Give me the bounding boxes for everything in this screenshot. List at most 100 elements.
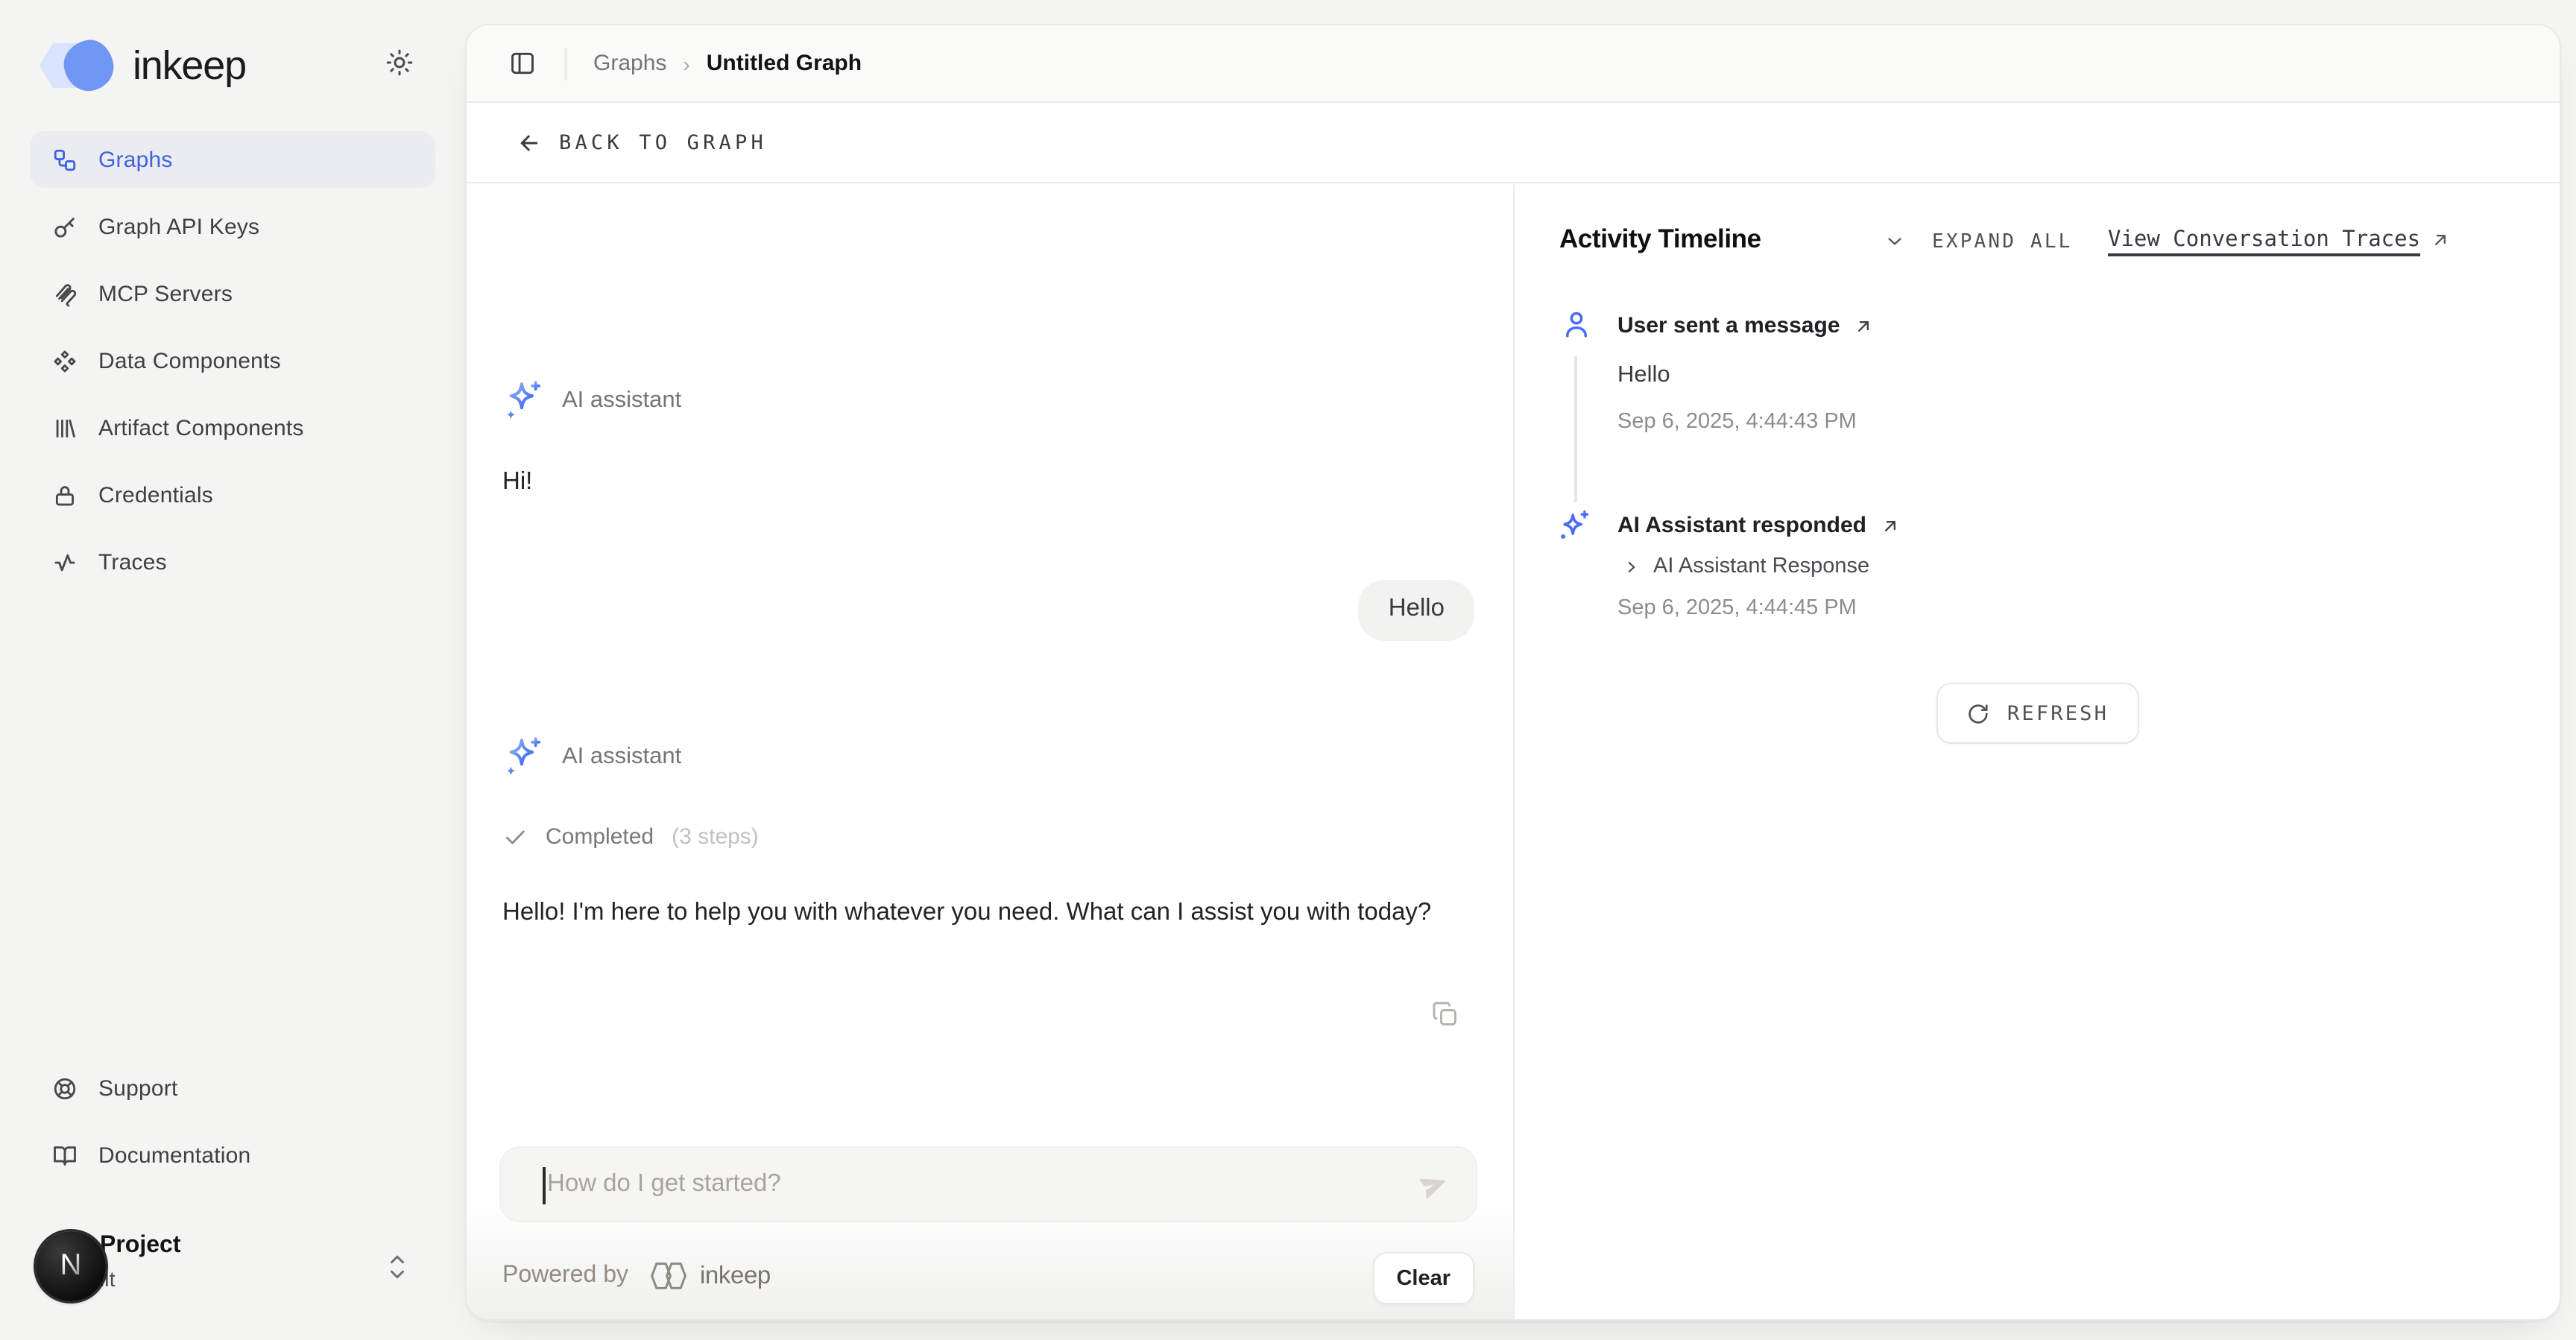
chevron-down-icon[interactable] bbox=[1883, 230, 1907, 253]
refresh-button[interactable]: REFRESH bbox=[1936, 683, 2138, 744]
assistant-label: AI assistant bbox=[562, 743, 681, 770]
project-name: Project bbox=[100, 1233, 181, 1260]
timeline-connector-line bbox=[1574, 356, 1576, 502]
project-avatar-letter: N bbox=[60, 1249, 82, 1283]
chevrons-up-down-icon bbox=[386, 1248, 408, 1286]
component-icon bbox=[52, 348, 78, 373]
ai-sparkles-icon bbox=[502, 379, 546, 422]
status-label: Completed bbox=[546, 824, 654, 850]
user-icon bbox=[1561, 309, 1592, 340]
arrow-left-icon bbox=[516, 130, 543, 157]
assistant-response-toggle[interactable]: AI Assistant Response bbox=[1622, 554, 1869, 578]
send-button[interactable] bbox=[1416, 1167, 1452, 1203]
assistant-message-header: AI assistant bbox=[502, 379, 681, 422]
chat-preview-panel: AI assistant Hi! Hello AI assistant bbox=[467, 185, 1513, 1319]
check-icon bbox=[502, 824, 528, 850]
event-title-text: AI Assistant responded bbox=[1617, 513, 1866, 538]
chevron-right-icon bbox=[1622, 557, 1641, 576]
sidebar-item-graphs[interactable]: Graphs bbox=[30, 131, 435, 188]
activity-icon bbox=[52, 549, 78, 575]
sidebar-item-mcp-servers[interactable]: MCP Servers bbox=[30, 265, 435, 322]
sidebar-item-artifact-components[interactable]: Artifact Components bbox=[30, 399, 435, 456]
sidebar-item-traces[interactable]: Traces bbox=[30, 534, 435, 590]
inkeep-logo[interactable]: inkeep bbox=[39, 40, 246, 91]
powered-by-text: Powered by bbox=[502, 1262, 628, 1289]
completion-status[interactable]: Completed (3 steps) bbox=[502, 824, 759, 850]
tally-icon bbox=[52, 415, 78, 440]
back-bar: BACK TO GRAPH bbox=[467, 104, 2560, 183]
breadcrumb-bar: Graphs › Untitled Graph bbox=[467, 25, 2560, 103]
assistant-message-header: AI assistant bbox=[502, 735, 681, 778]
app-root: inkeep Graphs Graph API Keys bbox=[0, 0, 2576, 1340]
back-to-graph-label: BACK TO GRAPH bbox=[559, 131, 767, 155]
powered-by-brand: inkeep bbox=[700, 1262, 771, 1290]
assistant-response-label: AI Assistant Response bbox=[1653, 554, 1869, 578]
activity-timeline-panel: Activity Timeline EXPAND ALL View Conver… bbox=[1515, 185, 2560, 1319]
sidebar-item-documentation[interactable]: Documentation bbox=[30, 1127, 435, 1183]
status-steps: (3 steps) bbox=[672, 824, 759, 850]
arrow-up-right-icon bbox=[1880, 515, 1901, 536]
assistant-message-2: Hello! I'm here to help you with whateve… bbox=[502, 893, 1480, 933]
breadcrumb-separator: › bbox=[683, 51, 689, 75]
ai-sparkles-icon bbox=[502, 735, 546, 778]
sidebar: inkeep Graphs Graph API Keys bbox=[0, 0, 465, 1340]
expand-all-button[interactable]: EXPAND ALL bbox=[1932, 231, 2073, 253]
lock-icon bbox=[52, 482, 78, 508]
copy-button[interactable] bbox=[1427, 996, 1462, 1031]
timeline-event-timestamp: Sep 6, 2025, 4:44:45 PM bbox=[1617, 596, 1857, 620]
user-message-bubble: Hello bbox=[1359, 580, 1474, 641]
sidebar-item-label: Credentials bbox=[98, 482, 213, 508]
mcp-icon bbox=[52, 281, 78, 306]
sidebar-item-data-components[interactable]: Data Components bbox=[30, 332, 435, 389]
timeline-title: Activity Timeline bbox=[1559, 224, 1761, 255]
chat-input-container bbox=[499, 1146, 1477, 1222]
sidebar-toggle-button[interactable] bbox=[502, 44, 541, 83]
sidebar-item-label: Support bbox=[98, 1075, 178, 1101]
view-conversation-traces-link[interactable]: View Conversation Traces bbox=[2108, 228, 2450, 252]
sidebar-item-label: Traces bbox=[98, 549, 167, 575]
clear-button[interactable]: Clear bbox=[1372, 1252, 1474, 1304]
arrow-up-right-icon bbox=[1854, 315, 1875, 336]
sidebar-item-label: Data Components bbox=[98, 348, 281, 373]
sidebar-item-label: MCP Servers bbox=[98, 281, 233, 306]
sparkles-icon bbox=[1555, 507, 1594, 546]
project-avatar: N bbox=[36, 1231, 106, 1301]
project-switcher[interactable]: N Project ult bbox=[30, 1228, 444, 1312]
inkeep-logo-icon bbox=[39, 40, 125, 91]
timeline-event-title[interactable]: AI Assistant responded bbox=[1617, 513, 1901, 538]
sidebar-item-label: Graphs bbox=[98, 147, 173, 172]
inkeep-hexagons-icon bbox=[646, 1261, 689, 1291]
sidebar-item-support[interactable]: Support bbox=[30, 1060, 435, 1116]
sun-icon bbox=[385, 48, 414, 78]
assistant-message-1: Hi! bbox=[502, 462, 532, 502]
assistant-label: AI assistant bbox=[562, 387, 681, 414]
refresh-button-label: REFRESH bbox=[2007, 701, 2109, 725]
sidebar-item-label: Graph API Keys bbox=[98, 214, 259, 239]
view-traces-label: View Conversation Traces bbox=[2108, 228, 2420, 252]
sidebar-item-label: Artifact Components bbox=[98, 415, 304, 440]
breadcrumb-graphs[interactable]: Graphs bbox=[593, 51, 666, 76]
chat-input[interactable] bbox=[501, 1148, 1476, 1221]
main-panel: Graphs › Untitled Graph BACK TO GRAPH bbox=[465, 24, 2561, 1321]
breadcrumb-current: Untitled Graph bbox=[707, 51, 862, 76]
content-area: AI assistant Hi! Hello AI assistant bbox=[467, 185, 2560, 1319]
copy-icon bbox=[1430, 999, 1459, 1028]
event-title-text: User sent a message bbox=[1617, 313, 1840, 338]
send-icon bbox=[1418, 1169, 1450, 1201]
sidebar-item-graph-api-keys[interactable]: Graph API Keys bbox=[30, 198, 435, 255]
powered-by-row[interactable]: Powered by inkeep bbox=[502, 1261, 771, 1291]
timeline-event-title[interactable]: User sent a message bbox=[1617, 313, 1875, 338]
timeline-event-timestamp: Sep 6, 2025, 4:44:43 PM bbox=[1617, 410, 1857, 434]
workflow-icon bbox=[52, 147, 78, 172]
sidebar-item-label: Documentation bbox=[98, 1143, 250, 1168]
refresh-icon bbox=[1966, 701, 1989, 725]
timeline-event-body: Hello bbox=[1617, 362, 1670, 389]
book-open-icon bbox=[52, 1143, 78, 1168]
key-icon bbox=[52, 214, 78, 239]
sidebar-item-credentials[interactable]: Credentials bbox=[30, 467, 435, 523]
theme-toggle-button[interactable] bbox=[382, 45, 417, 80]
header-divider bbox=[565, 47, 566, 80]
arrow-up-right-icon bbox=[2429, 230, 2450, 250]
back-to-graph-link[interactable]: BACK TO GRAPH bbox=[516, 130, 767, 157]
inkeep-wordmark: inkeep bbox=[133, 42, 246, 89]
